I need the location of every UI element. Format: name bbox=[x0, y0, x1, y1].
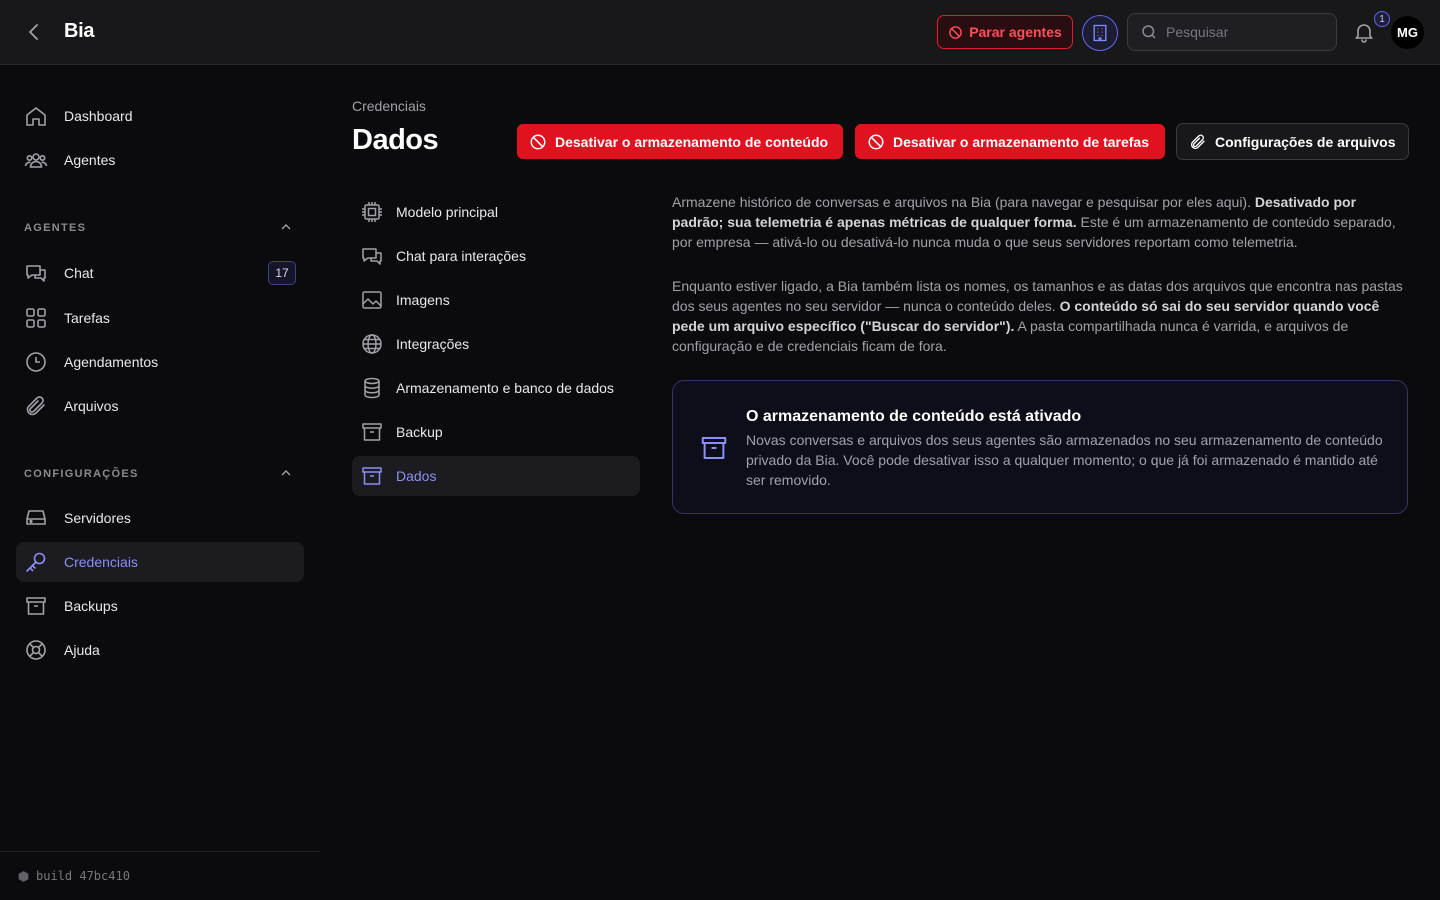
sidebar-item-label: Backups bbox=[64, 598, 118, 614]
subnav-item-label: Integrações bbox=[396, 336, 470, 352]
cpu-icon bbox=[360, 200, 384, 224]
content-storage-status-card: O armazenamento de conteúdo está ativado… bbox=[672, 380, 1408, 514]
cube-icon bbox=[17, 870, 30, 883]
top-bar: Bia Parar agentes 1 MG bbox=[0, 0, 1440, 65]
archive-icon bbox=[24, 594, 48, 618]
description-text: Armazene histórico de conversas e arquiv… bbox=[672, 194, 1255, 210]
sidebar-item-label: Agendamentos bbox=[64, 354, 159, 370]
subnav-item-label: Imagens bbox=[396, 292, 450, 308]
prohibited-icon bbox=[867, 133, 885, 151]
disable-content-storage-button[interactable]: Desativar o armazenamento de conteúdo bbox=[517, 124, 843, 159]
search-box[interactable] bbox=[1127, 13, 1337, 51]
chat-icon bbox=[360, 244, 384, 268]
key-icon bbox=[24, 550, 48, 574]
button-label: Configurações de arquivos bbox=[1215, 133, 1396, 150]
subnav-item-backup[interactable]: Backup bbox=[352, 412, 640, 452]
notification-badge: 1 bbox=[1374, 11, 1390, 27]
sidebar: Dashboard Agentes AGENTES Chat 17 Tarefa… bbox=[0, 65, 320, 900]
archive-icon bbox=[699, 433, 729, 463]
search-input[interactable] bbox=[1166, 24, 1316, 40]
sidebar-item-ajuda[interactable]: Ajuda bbox=[16, 630, 304, 670]
app-title: Bia bbox=[64, 20, 95, 42]
sidebar-item-label: Agentes bbox=[64, 152, 116, 168]
subnav-item-armazenamento[interactable]: Armazenamento e banco de dados bbox=[352, 368, 640, 408]
organization-button[interactable] bbox=[1082, 15, 1118, 51]
sidebar-item-label: Servidores bbox=[64, 510, 131, 526]
description-paragraph-1: Armazene histórico de conversas e arquiv… bbox=[672, 192, 1410, 252]
sidebar-item-label: Chat bbox=[64, 265, 94, 281]
server-icon bbox=[24, 506, 48, 530]
sidebar-item-chat[interactable]: Chat 17 bbox=[16, 253, 304, 293]
building-icon bbox=[1090, 23, 1110, 43]
sidebar-item-servidores[interactable]: Servidores bbox=[16, 498, 304, 538]
sidebar-item-agendamentos[interactable]: Agendamentos bbox=[16, 342, 304, 382]
chat-icon bbox=[24, 261, 48, 285]
bell-icon[interactable] bbox=[1352, 20, 1376, 44]
back-arrow-icon[interactable] bbox=[22, 20, 46, 44]
globe-icon bbox=[360, 332, 384, 356]
sidebar-item-agentes[interactable]: Agentes bbox=[16, 140, 304, 180]
subnav-item-label: Dados bbox=[396, 468, 437, 484]
subnav-item-label: Armazenamento e banco de dados bbox=[396, 380, 614, 396]
build-info: build 47bc410 bbox=[0, 851, 320, 900]
sidebar-item-credenciais[interactable]: Credenciais bbox=[16, 542, 304, 582]
subnav-item-modelo-principal[interactable]: Modelo principal bbox=[352, 192, 640, 232]
stop-agents-button[interactable]: Parar agentes bbox=[937, 15, 1073, 49]
subnav-item-label: Modelo principal bbox=[396, 204, 498, 220]
sidebar-item-label: Tarefas bbox=[64, 310, 110, 326]
build-label: build 47bc410 bbox=[36, 869, 130, 883]
status-card-body: Novas conversas e arquivos dos seus agen… bbox=[746, 432, 1383, 488]
sidebar-item-backups[interactable]: Backups bbox=[16, 586, 304, 626]
sidebar-item-tarefas[interactable]: Tarefas bbox=[16, 298, 304, 338]
subnav-item-label: Backup bbox=[396, 424, 443, 440]
file-settings-button[interactable]: Configurações de arquivos bbox=[1176, 123, 1409, 160]
description-paragraph-2: Enquanto estiver ligado, a Bia também li… bbox=[672, 276, 1410, 356]
grid-icon bbox=[24, 306, 48, 330]
sidebar-item-arquivos[interactable]: Arquivos bbox=[16, 386, 304, 426]
disable-task-storage-button[interactable]: Desativar o armazenamento de tarefas bbox=[855, 124, 1165, 159]
stop-agents-label: Parar agentes bbox=[969, 24, 1062, 40]
archive-icon bbox=[360, 420, 384, 444]
prohibited-icon bbox=[529, 133, 547, 151]
image-icon bbox=[360, 288, 384, 312]
home-icon bbox=[24, 104, 48, 128]
paperclip-icon bbox=[24, 394, 48, 418]
users-icon bbox=[24, 148, 48, 172]
sidebar-item-label: Arquivos bbox=[64, 398, 119, 414]
sidebar-item-dashboard[interactable]: Dashboard bbox=[16, 96, 304, 136]
database-icon bbox=[360, 376, 384, 400]
subnav-item-imagens[interactable]: Imagens bbox=[352, 280, 640, 320]
avatar[interactable]: MG bbox=[1391, 16, 1424, 49]
sidebar-item-label: Dashboard bbox=[64, 108, 133, 124]
subnav-item-integracoes[interactable]: Integrações bbox=[352, 324, 640, 364]
status-card-title: O armazenamento de conteúdo está ativado bbox=[746, 408, 1082, 425]
subnav-item-dados[interactable]: Dados bbox=[352, 456, 640, 496]
chevron-up-icon[interactable] bbox=[278, 219, 294, 235]
section-label-agentes: AGENTES bbox=[24, 222, 87, 234]
subnav-item-chat-para-interacoes[interactable]: Chat para interações bbox=[352, 236, 640, 276]
button-label: Desativar o armazenamento de tarefas bbox=[893, 133, 1149, 150]
page-title: Dados bbox=[352, 124, 439, 156]
breadcrumb[interactable]: Credenciais bbox=[352, 98, 426, 114]
sidebar-item-label: Credenciais bbox=[64, 554, 138, 570]
lifebuoy-icon bbox=[24, 638, 48, 662]
paperclip-icon bbox=[1189, 133, 1207, 151]
button-label: Desativar o armazenamento de conteúdo bbox=[555, 133, 829, 150]
subnav-item-label: Chat para interações bbox=[396, 248, 526, 264]
sidebar-item-label: Ajuda bbox=[64, 642, 100, 658]
chat-count-badge: 17 bbox=[268, 261, 296, 285]
archive-icon bbox=[360, 464, 384, 488]
prohibited-icon bbox=[948, 25, 963, 40]
chevron-up-icon[interactable] bbox=[278, 465, 294, 481]
section-label-configuracoes: CONFIGURAÇÕES bbox=[24, 468, 139, 480]
clock-icon bbox=[24, 350, 48, 374]
search-icon bbox=[1140, 23, 1158, 41]
